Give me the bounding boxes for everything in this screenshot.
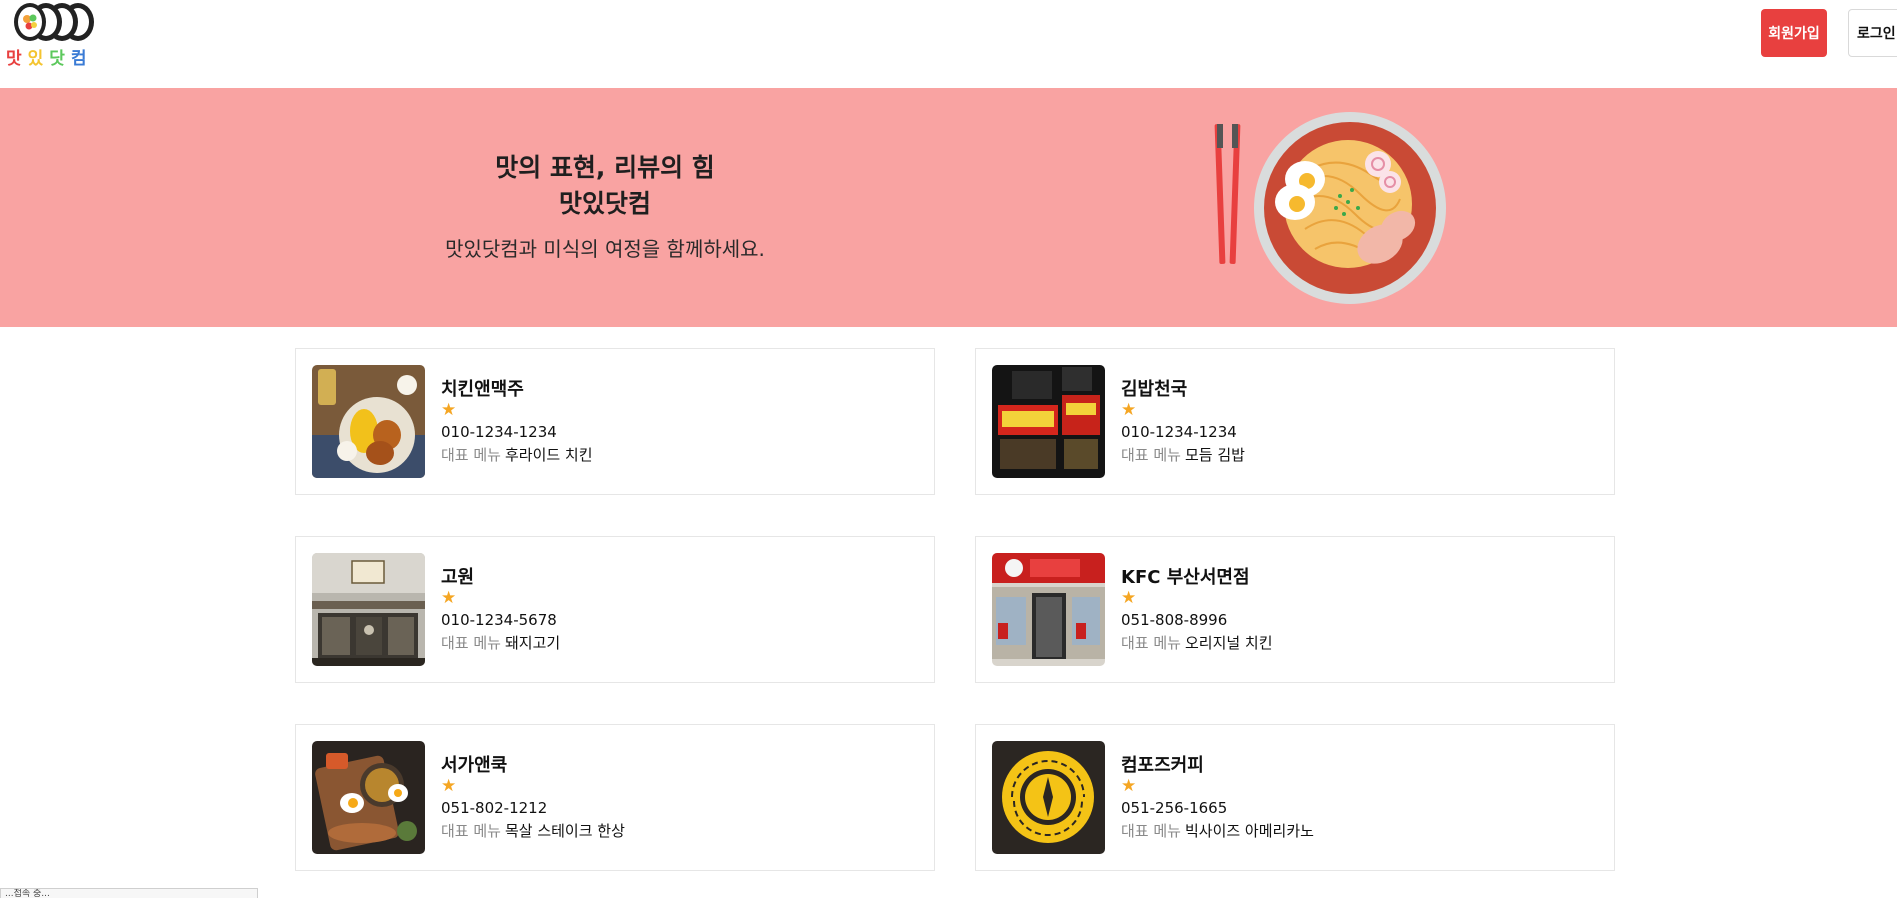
star-icon: ★: [441, 400, 457, 420]
restaurant-photo-icon[interactable]: [312, 553, 425, 666]
restaurant-photo-icon[interactable]: [312, 741, 425, 854]
restaurant-name[interactable]: 김밥천국: [1121, 379, 1591, 401]
compose-coffee-logo-icon[interactable]: [992, 741, 1105, 854]
menu-label: 대표 메뉴: [441, 822, 501, 840]
menu-value: 후라이드 치킨: [504, 446, 593, 464]
restaurant-photo-icon[interactable]: [312, 365, 425, 478]
menu-label: 대표 메뉴: [441, 446, 501, 464]
login-button[interactable]: 로그인: [1848, 9, 1897, 57]
menu-label: 대표 메뉴: [1121, 822, 1181, 840]
site-header: 맛있닷컴 회원가입 로그인: [0, 0, 1897, 88]
menu-label: 대표 메뉴: [1121, 634, 1181, 652]
menu-label: 대표 메뉴: [1121, 446, 1181, 464]
logo-char: 있: [27, 49, 50, 69]
star-icon: ★: [441, 776, 457, 796]
restaurant-phone: 010-1234-1234: [1121, 423, 1237, 441]
restaurant-phone: 051-256-1665: [1121, 799, 1228, 817]
hero-title: 맛의 표현, 리뷰의 힘 맛있닷컴: [335, 150, 875, 222]
menu-value: 돼지고기: [504, 634, 561, 652]
hero-banner: 맛의 표현, 리뷰의 힘 맛있닷컴 맛있닷컴과 미식의 여정을 함께하세요.: [0, 88, 1897, 327]
hero-subtitle: 맛있닷컴과 미식의 여정을 함께하세요.: [445, 237, 765, 261]
restaurant-menu: 대표 메뉴 돼지고기: [441, 632, 911, 654]
hero-title-line2: 맛있닷컴: [558, 189, 651, 218]
browser-status-bar: ...접속 중...: [0, 888, 258, 898]
restaurant-card[interactable]: KFC 부산서면점 ★ 051-808-8996 대표 메뉴 오리지널 치킨: [975, 536, 1615, 683]
ramen-bowl-icon: [1214, 112, 1446, 304]
restaurant-phone: 051-802-1212: [441, 799, 548, 817]
menu-value: 오리지널 치킨: [1184, 634, 1273, 652]
restaurant-menu: 대표 메뉴 빅사이즈 아메리카노: [1121, 820, 1591, 842]
restaurant-menu: 대표 메뉴 모듬 김밥: [1121, 444, 1591, 466]
menu-value: 목살 스테이크 한상: [504, 822, 625, 840]
star-icon: ★: [1121, 400, 1137, 420]
menu-label: 대표 메뉴: [441, 634, 501, 652]
star-icon: ★: [1121, 776, 1137, 796]
restaurant-card[interactable]: 컴포즈커피 ★ 051-256-1665 대표 메뉴 빅사이즈 아메리카노: [975, 724, 1615, 871]
restaurant-card[interactable]: 고원 ★ 010-1234-5678 대표 메뉴 돼지고기: [295, 536, 935, 683]
restaurant-name[interactable]: KFC 부산서면점: [1121, 567, 1591, 589]
restaurant-name[interactable]: 치킨앤맥주: [441, 379, 911, 401]
restaurant-name[interactable]: 고원: [441, 567, 911, 589]
restaurant-card[interactable]: 김밥천국 ★ 010-1234-1234 대표 메뉴 모듬 김밥: [975, 348, 1615, 495]
logo-char: 맛: [6, 49, 28, 69]
menu-value: 모듬 김밥: [1184, 446, 1245, 464]
restaurant-photo-icon[interactable]: [992, 553, 1105, 666]
restaurant-phone: 051-808-8996: [1121, 611, 1228, 629]
star-icon: ★: [1121, 588, 1137, 608]
restaurant-card[interactable]: 서가앤쿡 ★ 051-802-1212 대표 메뉴 목살 스테이크 한상: [295, 724, 935, 871]
restaurant-photo-icon[interactable]: [992, 365, 1105, 478]
restaurant-menu: 대표 메뉴 후라이드 치킨: [441, 444, 911, 466]
restaurant-menu: 대표 메뉴 목살 스테이크 한상: [441, 820, 911, 842]
restaurant-phone: 010-1234-1234: [441, 423, 557, 441]
logo-char: 컴: [70, 49, 93, 69]
hero-title-line1: 맛의 표현, 리뷰의 힘: [495, 153, 715, 182]
logo-wordmark: 맛있닷컴: [6, 44, 93, 69]
logo-char: 닷: [49, 49, 71, 69]
kimbap-logo-icon: [14, 3, 94, 41]
restaurant-name[interactable]: 서가앤쿡: [441, 755, 911, 777]
signup-button[interactable]: 회원가입: [1761, 9, 1827, 57]
restaurant-name[interactable]: 컴포즈커피: [1121, 755, 1591, 777]
star-icon: ★: [441, 588, 457, 608]
site-logo[interactable]: 맛있닷컴: [6, 2, 102, 69]
menu-value: 빅사이즈 아메리카노: [1184, 822, 1314, 840]
restaurant-card[interactable]: 치킨앤맥주 ★ 010-1234-1234 대표 메뉴 후라이드 치킨: [295, 348, 935, 495]
restaurant-phone: 010-1234-5678: [441, 611, 557, 629]
restaurant-menu: 대표 메뉴 오리지널 치킨: [1121, 632, 1591, 654]
